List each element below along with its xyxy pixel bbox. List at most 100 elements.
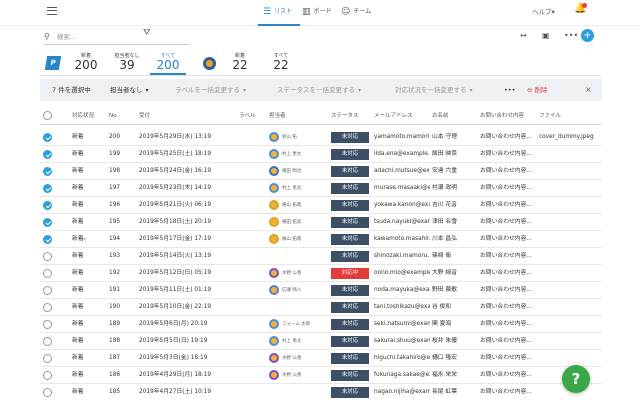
table-row[interactable]: 新着 186 2019年4月29日(月) 18:19 fukunaga.sakae@e…	[40, 367, 602, 384]
stat-unassigned[interactable]: 担当者なし 39	[110, 53, 144, 72]
row-checkbox[interactable]	[43, 303, 52, 312]
row-checkbox[interactable]	[43, 371, 52, 380]
form-avatar[interactable]	[203, 57, 216, 70]
column-header[interactable]: 担当者	[269, 109, 286, 123]
table-row[interactable]: 新着 188 2019年5月5日(日) 19:19 sakurai.shuu@exam…	[40, 333, 602, 350]
form-logo[interactable]: P	[44, 56, 62, 70]
tab-board[interactable]: ▥ ボード	[302, 5, 332, 19]
row-checkbox[interactable]	[43, 337, 52, 346]
assignee-cell[interactable]: フォーム 太郎	[269, 316, 329, 333]
assignee-cell[interactable]: 村上 恵太	[269, 333, 329, 350]
status-badge[interactable]: 未対応	[331, 217, 369, 228]
status-badge[interactable]: 未対応	[331, 251, 369, 262]
progress-bulk-dropdown[interactable]: 対応状況を一括変更する ▾	[395, 79, 473, 102]
delete-button[interactable]: ⊖ 削除	[527, 79, 548, 101]
help-menu[interactable]: ヘルプ▾	[532, 5, 555, 19]
assignee-cell[interactable]: 秋山 拓	[269, 129, 329, 146]
status-badge[interactable]: 未対応	[331, 302, 369, 313]
column-header[interactable]: ラベル	[239, 109, 256, 123]
assignee-cell[interactable]: 横田 剛也	[269, 163, 329, 180]
column-header[interactable]: メールアドレス	[374, 109, 413, 123]
table-row[interactable]: 新着 198 2019年5月24日(金) 16:19 adachi.mutsue@ex…	[40, 163, 602, 180]
status-badge[interactable]: 未対応	[331, 183, 369, 194]
stat-all-2[interactable]: すべて 22	[268, 53, 294, 72]
table-row[interactable]: 新着 197 2019年5月23日(木) 14:19 murase.masaaki@e…	[40, 180, 602, 197]
row-checkbox[interactable]	[43, 286, 52, 295]
assignee-cell[interactable]: 水野 公香	[269, 265, 329, 282]
row-checkbox[interactable]	[43, 388, 52, 397]
column-header[interactable]: お問い合わせ内容	[480, 109, 524, 123]
menu-icon[interactable]	[47, 7, 57, 15]
assignee-cell[interactable]: 村上 恵太	[269, 146, 329, 163]
status-badge[interactable]: 未対応	[331, 149, 369, 160]
select-all-checkbox[interactable]	[43, 111, 52, 120]
status-badge[interactable]: 未対応	[331, 285, 369, 296]
stat-new-2[interactable]: 新着 22	[227, 53, 253, 72]
expand-icon[interactable]: ↔	[520, 31, 527, 41]
row-checkbox[interactable]	[43, 184, 52, 193]
assignee-cell[interactable]: 横山 拓哉	[269, 197, 329, 214]
column-header[interactable]: お名前	[432, 109, 449, 123]
bulk-more-button[interactable]: •••	[504, 79, 516, 101]
assignee-cell[interactable]: 広瀬 晴人	[269, 282, 329, 299]
table-row[interactable]: 新着 200 2019年5月29日(水) 13:19 yamamoto.mamori.…	[40, 129, 602, 146]
table-row[interactable]: 新着 195 2019年5月18日(土) 20:19 tsuda.nayuki@exa…	[40, 214, 602, 231]
status-badge[interactable]: 未対応	[331, 132, 369, 143]
column-header[interactable]: No.	[109, 109, 118, 123]
table-row[interactable]: 新着 191 2019年5月11日(土) 01:19 noda.mayuka@exam…	[40, 282, 602, 299]
row-checkbox[interactable]	[43, 150, 52, 159]
assignee-cell[interactable]: 横山 拓哉	[269, 231, 329, 248]
add-button[interactable]: +	[581, 29, 594, 42]
number-cell: 193	[109, 253, 121, 259]
row-checkbox[interactable]	[43, 269, 52, 278]
column-header[interactable]: 対応状況	[72, 109, 94, 123]
stat-value: 200	[74, 58, 98, 72]
search-input[interactable]	[57, 31, 182, 43]
label-bulk-dropdown[interactable]: ラベルを一括変更する ▾	[175, 79, 246, 102]
column-header[interactable]: ステータス	[331, 109, 359, 123]
filter-icon[interactable]: ⛛	[143, 28, 151, 38]
table-row[interactable]: 新着 190 2019年5月10日(金) 22:19 tani.toshikazu@e…	[40, 299, 602, 316]
column-header[interactable]: ファイル	[539, 109, 561, 123]
table-row[interactable]: 新着 192 2019年5月12日(日) 05:19 oono.mio@example…	[40, 265, 602, 282]
row-checkbox[interactable]	[43, 252, 52, 261]
table-row[interactable]: 新着 193 2019年5月14日(火) 13:19 shinozaki.mamoru…	[40, 248, 602, 265]
row-checkbox[interactable]	[43, 354, 52, 363]
status-badge[interactable]: 未対応	[331, 319, 369, 330]
row-checkbox[interactable]	[43, 201, 52, 210]
tab-list[interactable]: ☰ リスト	[263, 5, 292, 19]
status-badge[interactable]: 未対応	[331, 370, 369, 381]
assignee-cell[interactable]: 水野 公香	[269, 350, 329, 367]
view-toggle-icon[interactable]: ▣	[542, 31, 550, 41]
assignee-dropdown[interactable]: 担当者なし ▾	[110, 79, 149, 102]
row-checkbox[interactable]	[43, 133, 52, 142]
status-badge[interactable]: 未対応	[331, 166, 369, 177]
row-checkbox[interactable]	[43, 167, 52, 176]
tab-team[interactable]: ☺ チーム	[341, 5, 371, 19]
row-checkbox[interactable]	[43, 320, 52, 329]
table-row[interactable]: 新着 196 2019年5月21日(火) 06:19 yokawa.kanon@exa…	[40, 197, 602, 214]
help-fab-button[interactable]: ?	[562, 365, 590, 393]
column-header[interactable]: 受付	[139, 109, 150, 123]
status-badge[interactable]: 未対応	[331, 387, 369, 398]
table-row[interactable]: 新着 187 2019年5月3日(金) 18:19 higuchi.takahiro@…	[40, 350, 602, 367]
table-row[interactable]: 新着 185 2019年4月27日(土) 10:19 nagao.nijiha@exa…	[40, 384, 602, 400]
status-badge[interactable]: 未対応	[331, 353, 369, 364]
status-badge[interactable]: 未対応	[331, 336, 369, 347]
table-row[interactable]: 新着 194 2019年5月17日(金) 17:19 kawamoto.masahir…	[40, 231, 602, 248]
row-checkbox[interactable]	[43, 235, 52, 244]
table-row[interactable]: 新着 199 2019年5月25日(土) 18:19 iida.ena@example…	[40, 146, 602, 163]
assignee-cell[interactable]: 村上 恵太	[269, 180, 329, 197]
close-icon[interactable]: ×	[585, 79, 592, 101]
status-badge[interactable]: 未対応	[331, 200, 369, 211]
status-bulk-dropdown[interactable]: ステータスを一括変更する ▾	[277, 79, 361, 102]
table-row[interactable]: 新着 189 2019年5月6日(月) 20:19 seki.natsumi@exam…	[40, 316, 602, 333]
row-checkbox[interactable]	[43, 218, 52, 227]
more-icon[interactable]: •••	[564, 31, 578, 41]
stat-all[interactable]: すべて 200	[153, 53, 183, 72]
stat-new[interactable]: 新着 200	[72, 53, 100, 72]
status-badge[interactable]: 未対応	[331, 234, 369, 245]
assignee-cell[interactable]: 水野 公香	[269, 367, 329, 384]
assignee-cell[interactable]: 横田 拓実	[269, 214, 329, 231]
status-badge[interactable]: 対応中	[331, 268, 369, 279]
